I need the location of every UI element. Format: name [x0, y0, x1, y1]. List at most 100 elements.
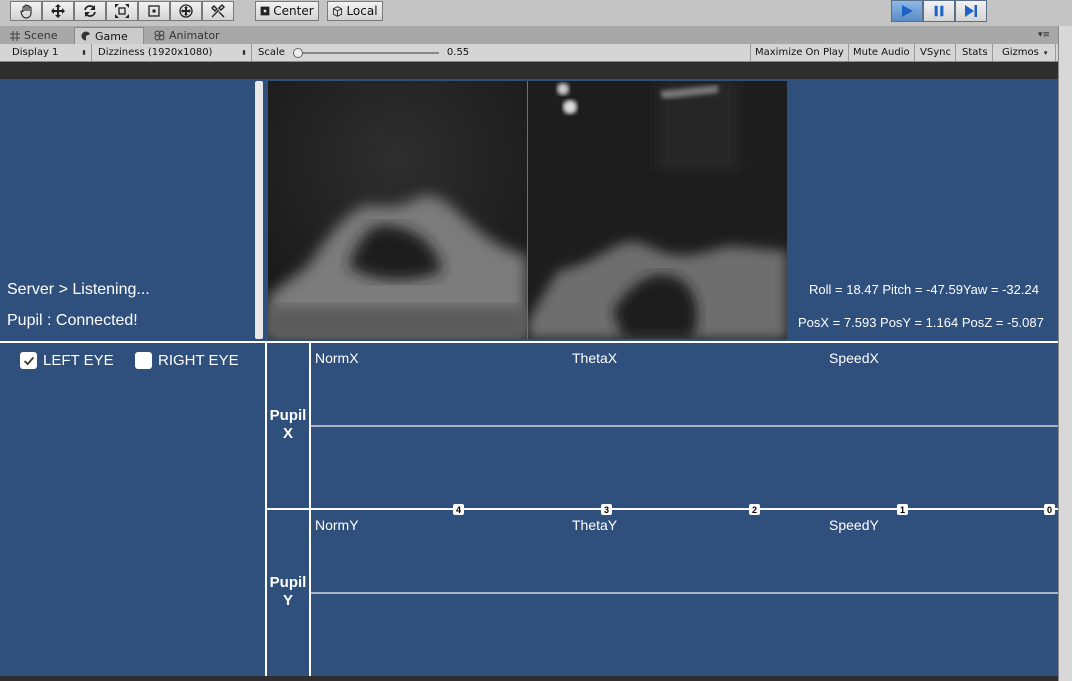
tab-scene[interactable]: Scene: [4, 27, 64, 44]
rotation-readout: Roll = 18.47 Pitch = -47.59Yaw = -32.24: [809, 282, 1039, 297]
game-view-toolbar: Display 1 ⬍ Dizziness (1920x1080) ⬍ Scal…: [0, 44, 1058, 62]
rotate-icon: [84, 5, 96, 17]
rect-tool-icon: [148, 5, 160, 17]
dropdown-arrows-icon: ⬍: [81, 48, 87, 57]
eye-camera-image: [528, 81, 787, 339]
section-separator: [0, 341, 1058, 343]
pause-button[interactable]: [923, 0, 955, 22]
panel-scroll-strip: [255, 81, 263, 339]
tab-animator[interactable]: Animator: [148, 27, 226, 44]
right-eye-camera-feed: [528, 81, 787, 339]
stats-toggle[interactable]: Stats: [958, 44, 993, 61]
move-arrows-icon: [51, 4, 65, 18]
pupil-y-label-line2: Y: [282, 592, 293, 609]
scale-icon: [115, 4, 129, 18]
pupil-x-baseline: [311, 425, 1058, 427]
position-readout: PosX = 7.593 PosY = 1.164 PosZ = -5.087: [798, 315, 1044, 330]
eye-camera-image: [268, 81, 527, 339]
scale-value: 0.55: [446, 47, 470, 58]
space-local-button[interactable]: Local: [327, 1, 383, 21]
animator-icon: [154, 30, 165, 41]
resolution-label: Dizziness (1920x1080): [98, 47, 213, 58]
graph-row-divider: [265, 508, 1058, 510]
left-eye-camera-feed: [268, 81, 527, 339]
vsync-toggle[interactable]: VSync: [916, 44, 956, 61]
display-dropdown[interactable]: Display 1 ⬍: [8, 44, 92, 61]
rect-tool-button[interactable]: [138, 1, 170, 21]
pupil-y-row-label: Pupil Y: [267, 574, 309, 610]
scale-tool-button[interactable]: [106, 1, 138, 21]
pivot-center-button[interactable]: Center: [255, 1, 319, 21]
speedy-header: SpeedY: [829, 517, 879, 533]
custom-tool-button[interactable]: [202, 1, 234, 21]
resolution-dropdown[interactable]: Dizziness (1920x1080) ⬍: [94, 44, 252, 61]
transform-icon: [179, 4, 193, 18]
pupil-x-label-line1: Pupil: [269, 407, 307, 424]
pupil-status-text: Pupil : Connected!: [7, 312, 138, 329]
pause-icon: [934, 5, 944, 17]
pupil-y-baseline: [311, 592, 1058, 594]
tab-menu-icon[interactable]: ▾≡: [1038, 30, 1050, 40]
grid-icon: [10, 30, 20, 41]
gizmos-dropdown[interactable]: Gizmos ▾: [998, 44, 1056, 61]
right-eye-toggle[interactable]: RIGHT EYE: [135, 352, 239, 369]
display-label: Display 1: [12, 47, 59, 58]
transform-tool-button[interactable]: [170, 1, 202, 21]
tab-game[interactable]: Game: [74, 27, 144, 44]
hand-tool-button[interactable]: [10, 1, 42, 21]
pupil-x-row-label: Pupil X: [267, 407, 309, 443]
normx-header: NormX: [315, 350, 359, 366]
left-eye-checkbox[interactable]: [20, 352, 37, 369]
tab-game-label: Game: [95, 29, 128, 43]
left-eye-toggle[interactable]: LEFT EYE: [20, 352, 114, 369]
server-status-text: Server > Listening...: [7, 281, 150, 298]
cube-icon: [333, 5, 343, 17]
gizmos-label: Gizmos: [1002, 47, 1039, 58]
pupil-x-label-line2: X: [282, 425, 293, 442]
time-tick: 0: [1044, 504, 1055, 515]
rotate-tool-button[interactable]: [74, 1, 106, 21]
tools-icon: [211, 4, 225, 18]
side-panel-edge: [1058, 26, 1072, 681]
maximize-label: Maximize On Play: [755, 47, 844, 58]
scale-slider[interactable]: [292, 47, 439, 59]
scale-slider-handle[interactable]: [292, 47, 303, 58]
checkmark-icon: [23, 356, 34, 365]
scale-control: Scale 0.55: [254, 44, 750, 61]
normy-header: NormY: [315, 517, 359, 533]
time-tick: 1: [897, 504, 908, 515]
editor-toolbar: Center Local: [0, 0, 1072, 26]
mute-audio-toggle[interactable]: Mute Audio: [849, 44, 915, 61]
space-label: Local: [346, 4, 378, 18]
time-tick: 2: [749, 504, 760, 515]
right-eye-checkbox[interactable]: [135, 352, 152, 369]
right-eye-label: RIGHT EYE: [158, 352, 239, 369]
game-view-letterbox-top: [0, 62, 1058, 79]
dropdown-arrows-icon: ⬍: [241, 48, 247, 57]
vsync-label: VSync: [920, 47, 951, 58]
play-button[interactable]: [891, 0, 923, 22]
time-tick: 4: [453, 504, 464, 515]
thetay-header: ThetaY: [572, 517, 618, 533]
game-view: Server > Listening... Pupil : Connected!…: [0, 79, 1058, 676]
speedx-header: SpeedX: [829, 350, 879, 366]
move-tool-button[interactable]: [42, 1, 74, 21]
thetax-header: ThetaX: [572, 350, 618, 366]
tab-animator-label: Animator: [169, 29, 220, 42]
step-icon: [965, 5, 977, 17]
pacman-icon: [81, 31, 90, 41]
step-button[interactable]: [955, 0, 987, 22]
editor-tab-row: Scene Game Animator ▾≡: [0, 26, 1072, 44]
hand-icon: [20, 4, 32, 19]
stats-label: Stats: [962, 47, 988, 58]
chevron-down-icon: ▾: [1043, 48, 1048, 57]
pupil-y-label-line1: Pupil: [269, 574, 307, 591]
maximize-on-play-toggle[interactable]: Maximize On Play: [750, 44, 849, 61]
left-eye-label: LEFT EYE: [43, 352, 114, 369]
tab-scene-label: Scene: [24, 29, 58, 42]
play-icon: [902, 5, 913, 17]
game-view-letterbox-bottom: [0, 676, 1058, 681]
mute-label: Mute Audio: [853, 47, 910, 58]
pivot-icon: [260, 6, 270, 16]
scale-label: Scale: [258, 47, 285, 58]
